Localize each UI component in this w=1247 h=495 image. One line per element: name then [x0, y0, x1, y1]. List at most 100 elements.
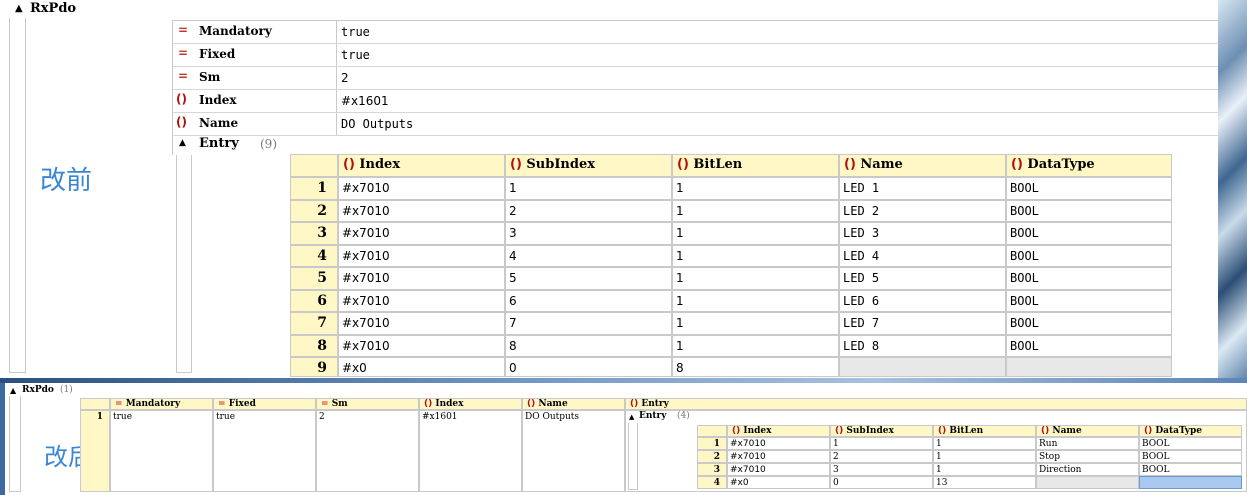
col-header-entry[interactable]: () Entry — [625, 398, 1247, 410]
cell-index[interactable]: #x7010 — [338, 199, 505, 222]
table-row[interactable]: 2 #x7010 2 1 Stop BOOL — [697, 450, 1242, 463]
prop-value[interactable]: true — [341, 25, 370, 39]
entry-col-bitlen[interactable]: () BitLen — [933, 425, 1036, 437]
cell-subindex[interactable]: 4 — [505, 244, 672, 267]
cell-datatype[interactable]: BOOL — [1006, 312, 1172, 335]
cell-index[interactable]: #x0 — [338, 357, 505, 377]
cell-index[interactable]: #x0 — [727, 476, 830, 489]
cell-bitlen[interactable]: 1 — [672, 289, 839, 312]
cell-datatype-selected[interactable] — [1139, 476, 1242, 489]
cell-datatype[interactable] — [1006, 357, 1172, 377]
cell-index[interactable]: #x7010 — [727, 463, 830, 476]
cell-bitlen[interactable]: 1 — [672, 267, 839, 290]
cell-subindex[interactable]: 3 — [505, 222, 672, 245]
cell-subindex[interactable]: 3 — [830, 463, 933, 476]
prop-value[interactable]: 2 — [341, 71, 349, 85]
cell-index[interactable]: #x7010 — [727, 437, 830, 450]
cell-index[interactable]: #x7010 — [338, 312, 505, 335]
table-row[interactable]: 4 #x7010 4 1 LED 4 BOOL — [290, 244, 1172, 267]
cell-subindex[interactable]: 7 — [505, 312, 672, 335]
cell-datatype[interactable]: BOOL — [1006, 222, 1172, 245]
cell-mandatory[interactable]: true — [110, 410, 213, 492]
cell-name[interactable]: LED 3 — [839, 222, 1006, 245]
table-row[interactable]: 3 #x7010 3 1 Direction BOOL — [697, 463, 1242, 476]
cell-name[interactable]: LED 1 — [839, 177, 1006, 200]
collapse-arrow-icon[interactable]: ▲ — [629, 413, 634, 421]
cell-datatype[interactable]: BOOL — [1139, 437, 1242, 450]
cell-subindex[interactable]: 5 — [505, 267, 672, 290]
cell-bitlen[interactable]: 1 — [933, 437, 1036, 450]
cell-index[interactable]: #x7010 — [338, 177, 505, 200]
collapse-arrow-icon[interactable]: ▲ — [15, 3, 23, 14]
table-row[interactable]: 7 #x7010 7 1 LED 7 BOOL — [290, 312, 1172, 335]
table-row[interactable]: 6 #x7010 6 1 LED 6 BOOL — [290, 289, 1172, 312]
cell-name[interactable]: Run — [1036, 437, 1139, 450]
cell-bitlen[interactable]: 1 — [672, 312, 839, 335]
cell-datatype[interactable]: BOOL — [1006, 244, 1172, 267]
cell-subindex[interactable]: 0 — [505, 357, 672, 377]
cell-datatype[interactable]: BOOL — [1006, 267, 1172, 290]
col-header-name[interactable]: () Name — [522, 398, 625, 410]
prop-row-fixed[interactable]: = Fixed true — [173, 44, 1219, 67]
cell-datatype[interactable]: BOOL — [1006, 289, 1172, 312]
cell-bitlen[interactable]: 8 — [672, 357, 839, 377]
cell-name[interactable]: LED 7 — [839, 312, 1006, 335]
cell-index[interactable]: #x1601 — [419, 410, 522, 492]
entry-col-name[interactable]: () Name — [1036, 425, 1139, 437]
cell-sm[interactable]: 2 — [316, 410, 419, 492]
cell-bitlen[interactable]: 13 — [933, 476, 1036, 489]
cell-name[interactable]: LED 4 — [839, 244, 1006, 267]
col-header-sm[interactable]: = Sm — [316, 398, 419, 410]
prop-value[interactable]: true — [341, 48, 370, 62]
cell-index[interactable]: #x7010 — [338, 289, 505, 312]
cell-datatype[interactable]: BOOL — [1139, 450, 1242, 463]
cell-name[interactable] — [839, 357, 1006, 377]
cell-name[interactable]: Direction — [1036, 463, 1139, 476]
prop-row-index[interactable]: () Index #x1601 — [173, 90, 1219, 113]
prop-row-name[interactable]: () Name DO Outputs — [173, 113, 1219, 136]
col-header-datatype[interactable]: () DataType — [1006, 154, 1172, 177]
cell-bitlen[interactable]: 1 — [672, 244, 839, 267]
prop-row-sm[interactable]: = Sm 2 — [173, 67, 1219, 90]
cell-datatype[interactable]: BOOL — [1006, 199, 1172, 222]
col-header-index[interactable]: () Index — [419, 398, 522, 410]
cell-name[interactable] — [1036, 476, 1139, 489]
table-row[interactable]: 1 #x7010 1 1 Run BOOL — [697, 437, 1242, 450]
table-row[interactable]: 3 #x7010 3 1 LED 3 BOOL — [290, 222, 1172, 245]
col-header-mandatory[interactable]: = Mandatory — [110, 398, 213, 410]
cell-bitlen[interactable]: 1 — [672, 334, 839, 357]
col-header-bitlen[interactable]: () BitLen — [672, 154, 839, 177]
table-row[interactable]: 9 #x0 0 8 — [290, 357, 1172, 377]
cell-index[interactable]: #x7010 — [727, 450, 830, 463]
cell-index[interactable]: #x7010 — [338, 222, 505, 245]
cell-datatype[interactable]: BOOL — [1006, 334, 1172, 357]
table-row[interactable]: 1 #x7010 1 1 LED 1 BOOL — [290, 177, 1172, 200]
cell-subindex[interactable]: 1 — [830, 437, 933, 450]
table-row[interactable]: 8 #x7010 8 1 LED 8 BOOL — [290, 334, 1172, 357]
table-row[interactable]: 5 #x7010 5 1 LED 5 BOOL — [290, 267, 1172, 290]
cell-name[interactable]: LED 8 — [839, 334, 1006, 357]
collapse-arrow-icon[interactable]: ▲ — [10, 386, 16, 395]
cell-bitlen[interactable]: 1 — [672, 199, 839, 222]
cell-subindex[interactable]: 8 — [505, 334, 672, 357]
cell-datatype[interactable]: BOOL — [1139, 463, 1242, 476]
cell-subindex[interactable]: 6 — [505, 289, 672, 312]
col-header-name[interactable]: () Name — [839, 154, 1006, 177]
entry-col-subindex[interactable]: () SubIndex — [830, 425, 933, 437]
collapse-arrow-icon[interactable]: ▲ — [179, 138, 186, 148]
cell-index[interactable]: #x7010 — [338, 244, 505, 267]
cell-index[interactable]: #x7010 — [338, 334, 505, 357]
entry-node[interactable]: ▲ Entry (9) — [172, 135, 1218, 155]
col-header-fixed[interactable]: = Fixed — [213, 398, 316, 410]
col-header-index[interactable]: () Index — [338, 154, 505, 177]
table-row[interactable]: 2 #x7010 2 1 LED 2 BOOL — [290, 199, 1172, 222]
cell-index[interactable]: #x7010 — [338, 267, 505, 290]
cell-datatype[interactable]: BOOL — [1006, 177, 1172, 200]
cell-subindex[interactable]: 1 — [505, 177, 672, 200]
cell-bitlen[interactable]: 1 — [672, 222, 839, 245]
col-header-subindex[interactable]: () SubIndex — [505, 154, 672, 177]
cell-name[interactable]: LED 6 — [839, 289, 1006, 312]
cell-fixed[interactable]: true — [213, 410, 316, 492]
cell-bitlen[interactable]: 1 — [672, 177, 839, 200]
cell-bitlen[interactable]: 1 — [933, 463, 1036, 476]
